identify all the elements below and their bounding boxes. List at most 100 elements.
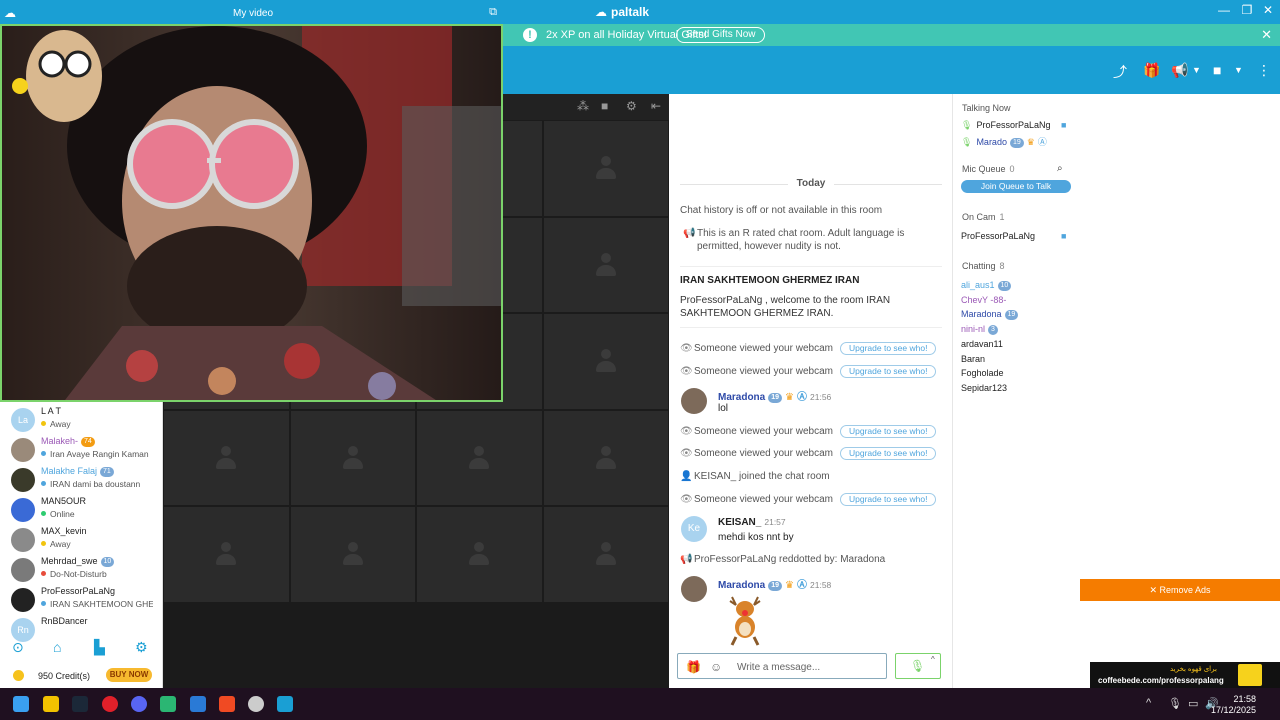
video-slot[interactable] bbox=[542, 409, 669, 506]
grid-layout-icon[interactable]: ⁂ bbox=[577, 99, 589, 113]
chevron-up-icon[interactable]: ^ bbox=[931, 655, 935, 664]
room-user-item[interactable]: La L A T Away bbox=[0, 404, 163, 434]
avatar bbox=[11, 558, 35, 582]
upgrade-button[interactable]: Upgrade to see who! bbox=[840, 493, 937, 506]
my-video-title-bar[interactable]: ☁ My video ⧉ bbox=[0, 0, 503, 24]
eye-icon: 👁 bbox=[680, 366, 693, 377]
close-window-button[interactable]: ✕ bbox=[1256, 3, 1280, 17]
opera-icon[interactable] bbox=[102, 696, 118, 712]
steam-icon[interactable] bbox=[72, 696, 88, 712]
avatar[interactable] bbox=[681, 388, 707, 414]
room-user-item[interactable]: Malakhe Falaj 71 IRAN dami ba doustann bbox=[0, 464, 163, 494]
clock[interactable]: 21:58 17/12/2025 bbox=[1211, 694, 1256, 716]
brave-icon[interactable] bbox=[219, 696, 235, 712]
level-badge: 74 bbox=[81, 437, 95, 447]
upgrade-button[interactable]: Upgrade to see who! bbox=[840, 342, 937, 355]
send-gifts-button[interactable]: Send Gifts Now bbox=[676, 27, 766, 43]
credits-bar: 950 Credit(s) BUY NOW bbox=[0, 662, 163, 688]
chatting-user[interactable]: nini-nl 3 bbox=[961, 324, 998, 336]
user-status: Iran Avaye Rangin Kaman bbox=[41, 449, 153, 459]
microphone-icon: 🎙 bbox=[961, 137, 973, 147]
video-slot[interactable] bbox=[416, 506, 543, 603]
video-slot[interactable] bbox=[289, 409, 416, 506]
message-input[interactable]: 🎁 ☺ Write a message... bbox=[677, 653, 887, 679]
message-author[interactable]: KEISAN_ 21:57 bbox=[718, 517, 786, 528]
popout-icon[interactable]: ⧉ bbox=[489, 6, 497, 19]
gift-icon[interactable]: 🎁 bbox=[686, 660, 701, 674]
message-author[interactable]: Maradona 19 ♛ Ⓐ 21:58 bbox=[718, 576, 831, 591]
message-author[interactable]: Maradona 19 ♛ Ⓐ 21:56 bbox=[718, 388, 831, 403]
megaphone-icon[interactable]: 📢 bbox=[1171, 62, 1188, 79]
video-slot[interactable] bbox=[163, 409, 290, 506]
video-slot[interactable] bbox=[289, 506, 416, 603]
talker-item[interactable]: 🎙 ProFessorPaLaNg ■ bbox=[961, 120, 1066, 131]
start-icon[interactable] bbox=[13, 696, 29, 712]
app-icon[interactable] bbox=[190, 696, 206, 712]
video-slot[interactable] bbox=[416, 409, 543, 506]
room-user-item[interactable]: Mehrdad_swe 10 Do-Not-Disturb bbox=[0, 554, 163, 584]
webcam-notice: 👁Someone viewed your webcam bbox=[680, 426, 833, 437]
leaderboard-icon[interactable]: ▙ bbox=[94, 639, 105, 656]
share-icon[interactable]: ⤴ bbox=[1113, 62, 1127, 82]
avatar[interactable]: Ke bbox=[681, 516, 707, 542]
gear-icon[interactable]: ⚙ bbox=[135, 639, 148, 656]
chatting-user[interactable]: ChevY -88- bbox=[961, 295, 1006, 305]
file-explorer-icon[interactable] bbox=[43, 696, 59, 712]
video-icon[interactable]: ■ bbox=[601, 99, 608, 113]
collapse-icon[interactable]: ⇤ bbox=[651, 99, 661, 113]
join-queue-button[interactable]: Join Queue to Talk bbox=[961, 180, 1071, 193]
empty-user-icon bbox=[595, 349, 616, 373]
my-video-window[interactable]: ☁ My video ⧉ bbox=[0, 0, 503, 402]
avatar[interactable] bbox=[681, 576, 707, 602]
discord-icon[interactable] bbox=[131, 696, 147, 712]
buy-now-button[interactable]: BUY NOW bbox=[106, 668, 152, 682]
video-slot[interactable] bbox=[542, 313, 669, 410]
room-user-item[interactable]: MAX_kevin Away bbox=[0, 524, 163, 554]
search-icon[interactable]: ⌕ bbox=[1057, 163, 1063, 174]
chevron-down-icon[interactable]: ▼ bbox=[1192, 65, 1201, 75]
upgrade-button[interactable]: Upgrade to see who! bbox=[840, 425, 937, 438]
talker-item[interactable]: 🎙 Marado 19 ♛ Ⓐ bbox=[961, 135, 1047, 148]
camera-icon[interactable]: ■ bbox=[1213, 62, 1221, 78]
chevron-up-icon[interactable]: ^ bbox=[1146, 697, 1151, 709]
close-promo-icon[interactable]: ✕ bbox=[1261, 27, 1272, 43]
emoji-icon[interactable]: ☺ bbox=[710, 660, 722, 674]
room-user-item[interactable]: ProFessorPaLaNg IRAN SAKHTEMOON GHE bbox=[0, 584, 163, 614]
minimize-button[interactable]: — bbox=[1212, 3, 1236, 17]
chatting-user[interactable]: Sepidar123 bbox=[961, 383, 1007, 393]
message-text: mehdi kos nnt by bbox=[718, 532, 794, 543]
settings-icon[interactable]: ⚙ bbox=[626, 99, 637, 113]
upgrade-button[interactable]: Upgrade to see who! bbox=[840, 447, 937, 460]
video-slot[interactable] bbox=[163, 506, 290, 603]
video-slot[interactable] bbox=[542, 506, 669, 603]
chrome-icon[interactable] bbox=[248, 696, 264, 712]
chatting-user[interactable]: ali_aus1 10 bbox=[961, 280, 1012, 291]
chatting-user[interactable]: Maradona 19 bbox=[961, 309, 1019, 321]
reindeer-sticker bbox=[729, 596, 761, 646]
chevron-down-icon[interactable]: ▼ bbox=[1234, 65, 1243, 75]
microphone-icon[interactable]: 🎙 bbox=[1168, 697, 1182, 710]
paltalk-taskbar-icon[interactable] bbox=[277, 696, 293, 712]
webcam-notice: 👁Someone viewed your webcam bbox=[680, 343, 833, 354]
compass-icon[interactable]: ⊙ bbox=[12, 639, 24, 656]
gift-icon[interactable]: 🎁 bbox=[1143, 62, 1160, 79]
chatting-user[interactable]: Baran bbox=[961, 354, 985, 364]
video-slot[interactable] bbox=[542, 216, 669, 313]
remove-ads-button[interactable]: ✕ Remove Ads bbox=[1080, 579, 1280, 601]
more-options-icon[interactable]: ⋮ bbox=[1257, 62, 1271, 79]
chatting-user[interactable]: ardavan11 bbox=[961, 339, 1003, 349]
room-user-item[interactable]: MAN5OUR Online bbox=[0, 494, 163, 524]
app-icon[interactable] bbox=[160, 696, 176, 712]
upgrade-button[interactable]: Upgrade to see who! bbox=[840, 365, 937, 378]
home-icon[interactable]: ⌂ bbox=[53, 639, 61, 655]
alert-icon: ! bbox=[523, 28, 537, 42]
ad-banner[interactable]: برای قهوه بخرید coffeebede.com/professor… bbox=[1090, 662, 1280, 688]
push-to-talk-button[interactable]: 🎙 ^ bbox=[895, 653, 941, 679]
network-icon[interactable]: ▭ bbox=[1188, 697, 1198, 710]
webcam-notice: 👁Someone viewed your webcam bbox=[680, 366, 833, 377]
chatting-user[interactable]: Fogholade bbox=[961, 368, 1004, 378]
user-status: Away bbox=[41, 539, 153, 549]
on-cam-user[interactable]: ProFessorPaLaNg ■ bbox=[961, 231, 1066, 241]
room-user-item[interactable]: Malakeh- 74 Iran Avaye Rangin Kaman bbox=[0, 434, 163, 464]
video-slot[interactable] bbox=[542, 120, 669, 217]
